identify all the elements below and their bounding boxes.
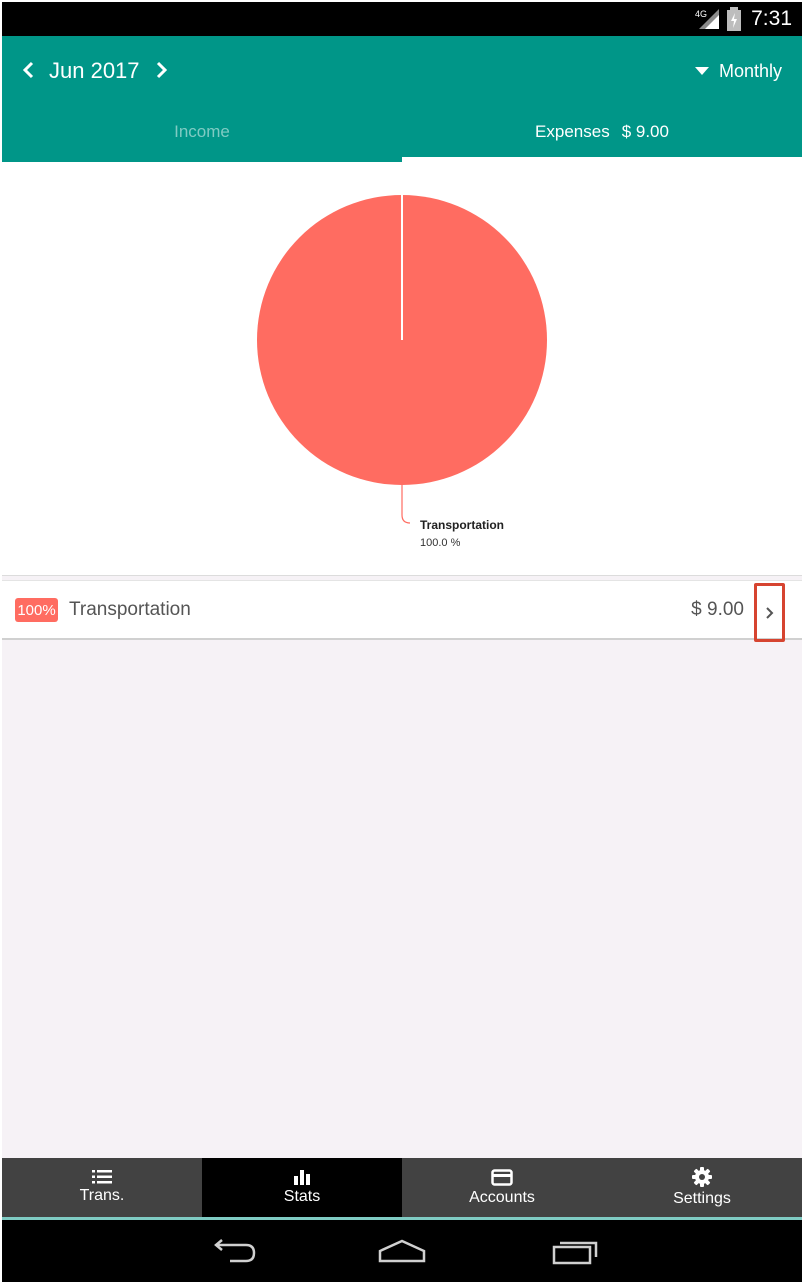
slice-leader-line (401, 485, 411, 524)
app-screen: 4G 7:31 Jun 2017 Monthly Income Expenses… (2, 2, 802, 1282)
app-bar: Jun 2017 Monthly Income Expenses $ 9.00 (2, 36, 802, 162)
tab-expenses[interactable]: Expenses $ 9.00 (402, 102, 802, 162)
network-label: 4G (695, 9, 707, 19)
category-amount: $ 9.00 (691, 599, 744, 620)
nav-stats[interactable]: Stats (202, 1158, 402, 1217)
recent-apps-button[interactable] (544, 1234, 604, 1268)
next-month-button[interactable] (150, 56, 174, 84)
status-icons: 4G 7:31 (695, 6, 792, 32)
tab-expenses-label: Expenses (535, 122, 610, 141)
tab-expenses-amount: $ 9.00 (621, 122, 669, 141)
dropdown-triangle-icon (694, 67, 709, 75)
system-navigation-bar (2, 1220, 802, 1282)
nav-settings[interactable]: Settings (602, 1158, 802, 1217)
current-month: Jun 2017 (49, 58, 140, 83)
nav-settings-label: Settings (673, 1190, 731, 1207)
pie-chart-card: Transportation 100.0 % (2, 162, 802, 576)
back-button[interactable] (202, 1234, 262, 1268)
slice-value-label: 100.0 % (420, 537, 461, 549)
period-dropdown[interactable]: Monthly (694, 56, 782, 86)
gear-icon (692, 1167, 712, 1187)
pie-chart: Transportation 100.0 % (257, 195, 547, 549)
slice-label: Transportation (420, 518, 504, 532)
nav-accounts[interactable]: Accounts (402, 1158, 602, 1217)
type-tabs: Income Expenses $ 9.00 (2, 102, 802, 162)
home-button[interactable] (372, 1234, 432, 1268)
bottom-navigation: Trans. Stats Accounts Settings (2, 1158, 802, 1220)
nav-trans-label: Trans. (79, 1187, 125, 1204)
recent-apps-icon (552, 1241, 598, 1265)
card-icon (491, 1168, 513, 1186)
back-icon (214, 1239, 256, 1263)
bar-chart-icon (294, 1170, 310, 1185)
home-icon (378, 1239, 426, 1263)
list-icon (92, 1170, 112, 1184)
period-label: Monthly (718, 60, 782, 81)
signal-icon: 4G (695, 9, 720, 29)
nav-stats-label: Stats (283, 1188, 321, 1205)
category-percent-badge: 100% (15, 598, 58, 622)
clock: 7:31 (751, 7, 792, 30)
chevron-right-icon (765, 606, 773, 619)
previous-month-button[interactable] (16, 56, 40, 84)
status-bar: 4G 7:31 (2, 2, 802, 36)
category-detail-button[interactable] (754, 583, 785, 642)
tab-income[interactable]: Income (2, 102, 402, 162)
chevron-right-icon (156, 61, 168, 79)
nav-trans[interactable]: Trans. (2, 1158, 202, 1217)
nav-accounts-label: Accounts (469, 1188, 535, 1206)
category-row[interactable]: 100% Transportation $ 9.00 (2, 580, 802, 642)
tab-income-label: Income (174, 122, 230, 141)
battery-icon (727, 7, 742, 31)
category-name: Transportation (69, 599, 191, 620)
chevron-left-icon (22, 61, 34, 79)
